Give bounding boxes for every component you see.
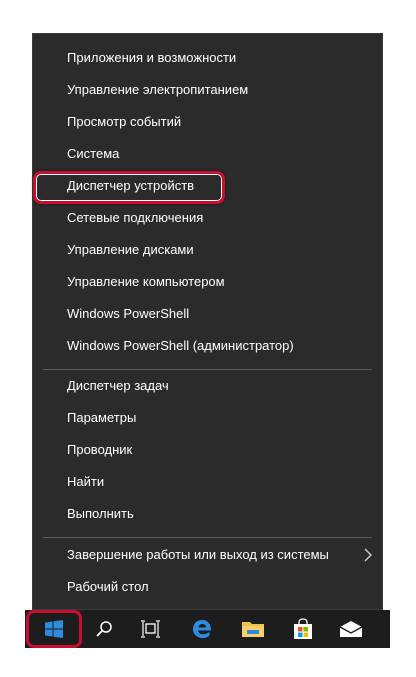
taskbar (25, 610, 390, 648)
menu-item-file-explorer[interactable]: Проводник (33, 435, 382, 465)
menu-item-label: Выполнить (67, 506, 134, 521)
menu-item-network-connections[interactable]: Сетевые подключения (33, 203, 382, 233)
menu-item-search[interactable]: Найти (33, 467, 382, 497)
store-icon (294, 618, 312, 639)
menu-item-label: Windows PowerShell (администратор) (67, 338, 294, 353)
menu-item-label: Система (67, 146, 120, 161)
menu-item-event-viewer[interactable]: Просмотр событий (33, 107, 382, 137)
menu-item-label: Диспетчер устройств (67, 178, 195, 193)
menu-item-run[interactable]: Выполнить (33, 499, 382, 529)
mail-icon (339, 621, 363, 637)
menu-item-label: Сетевые подключения (67, 210, 204, 225)
menu-item-label: Проводник (67, 442, 133, 457)
mail-button[interactable] (328, 610, 374, 648)
menu-item-label: Управление компьютером (67, 274, 225, 289)
menu-item-settings[interactable]: Параметры (33, 403, 382, 433)
menu-item-label: Параметры (67, 410, 137, 425)
menu-item-label: Рабочий стол (67, 579, 149, 594)
menu-item-powershell[interactable]: Windows PowerShell (33, 299, 382, 329)
menu-item-label: Управление электропитанием (67, 82, 249, 97)
menu-item-label: Найти (67, 474, 105, 489)
menu-item-power-options[interactable]: Управление электропитанием (33, 75, 382, 105)
task-view-button[interactable] (128, 610, 174, 648)
menu-item-label: Просмотр событий (67, 114, 182, 129)
menu-item-apps-features[interactable]: Приложения и возможности (33, 43, 382, 73)
menu-item-shutdown-signout[interactable]: Завершение работы или выход из системы (33, 540, 382, 570)
task-view-icon (141, 620, 160, 638)
start-button[interactable] (31, 610, 77, 648)
search-button[interactable] (81, 610, 127, 648)
menu-item-device-manager[interactable]: Диспетчер устройств (33, 171, 382, 201)
menu-item-task-manager[interactable]: Диспетчер задач (33, 371, 382, 401)
menu-item-computer-management[interactable]: Управление компьютером (33, 267, 382, 297)
file-explorer-button[interactable] (230, 610, 276, 648)
menu-item-label: Приложения и возможности (67, 50, 237, 65)
file-explorer-icon (242, 622, 264, 637)
winx-context-menu: Приложения и возможности Управление элек… (32, 33, 383, 610)
windows-start-icon (45, 620, 63, 638)
menu-item-label: Завершение работы или выход из системы (67, 547, 329, 562)
menu-item-disk-management[interactable]: Управление дисками (33, 235, 382, 265)
menu-separator (43, 369, 372, 370)
search-icon (96, 621, 112, 637)
menu-item-desktop[interactable]: Рабочий стол (33, 572, 382, 602)
menu-item-label: Управление дисками (67, 242, 194, 257)
menu-item-powershell-admin[interactable]: Windows PowerShell (администратор) (33, 331, 382, 361)
store-button[interactable] (280, 610, 326, 648)
menu-item-label: Диспетчер задач (67, 378, 169, 393)
menu-item-system[interactable]: Система (33, 139, 382, 169)
edge-icon (193, 620, 212, 638)
menu-item-label: Windows PowerShell (67, 306, 190, 321)
menu-separator (43, 537, 372, 538)
chevron-right-icon (364, 548, 372, 562)
edge-button[interactable] (179, 610, 225, 648)
